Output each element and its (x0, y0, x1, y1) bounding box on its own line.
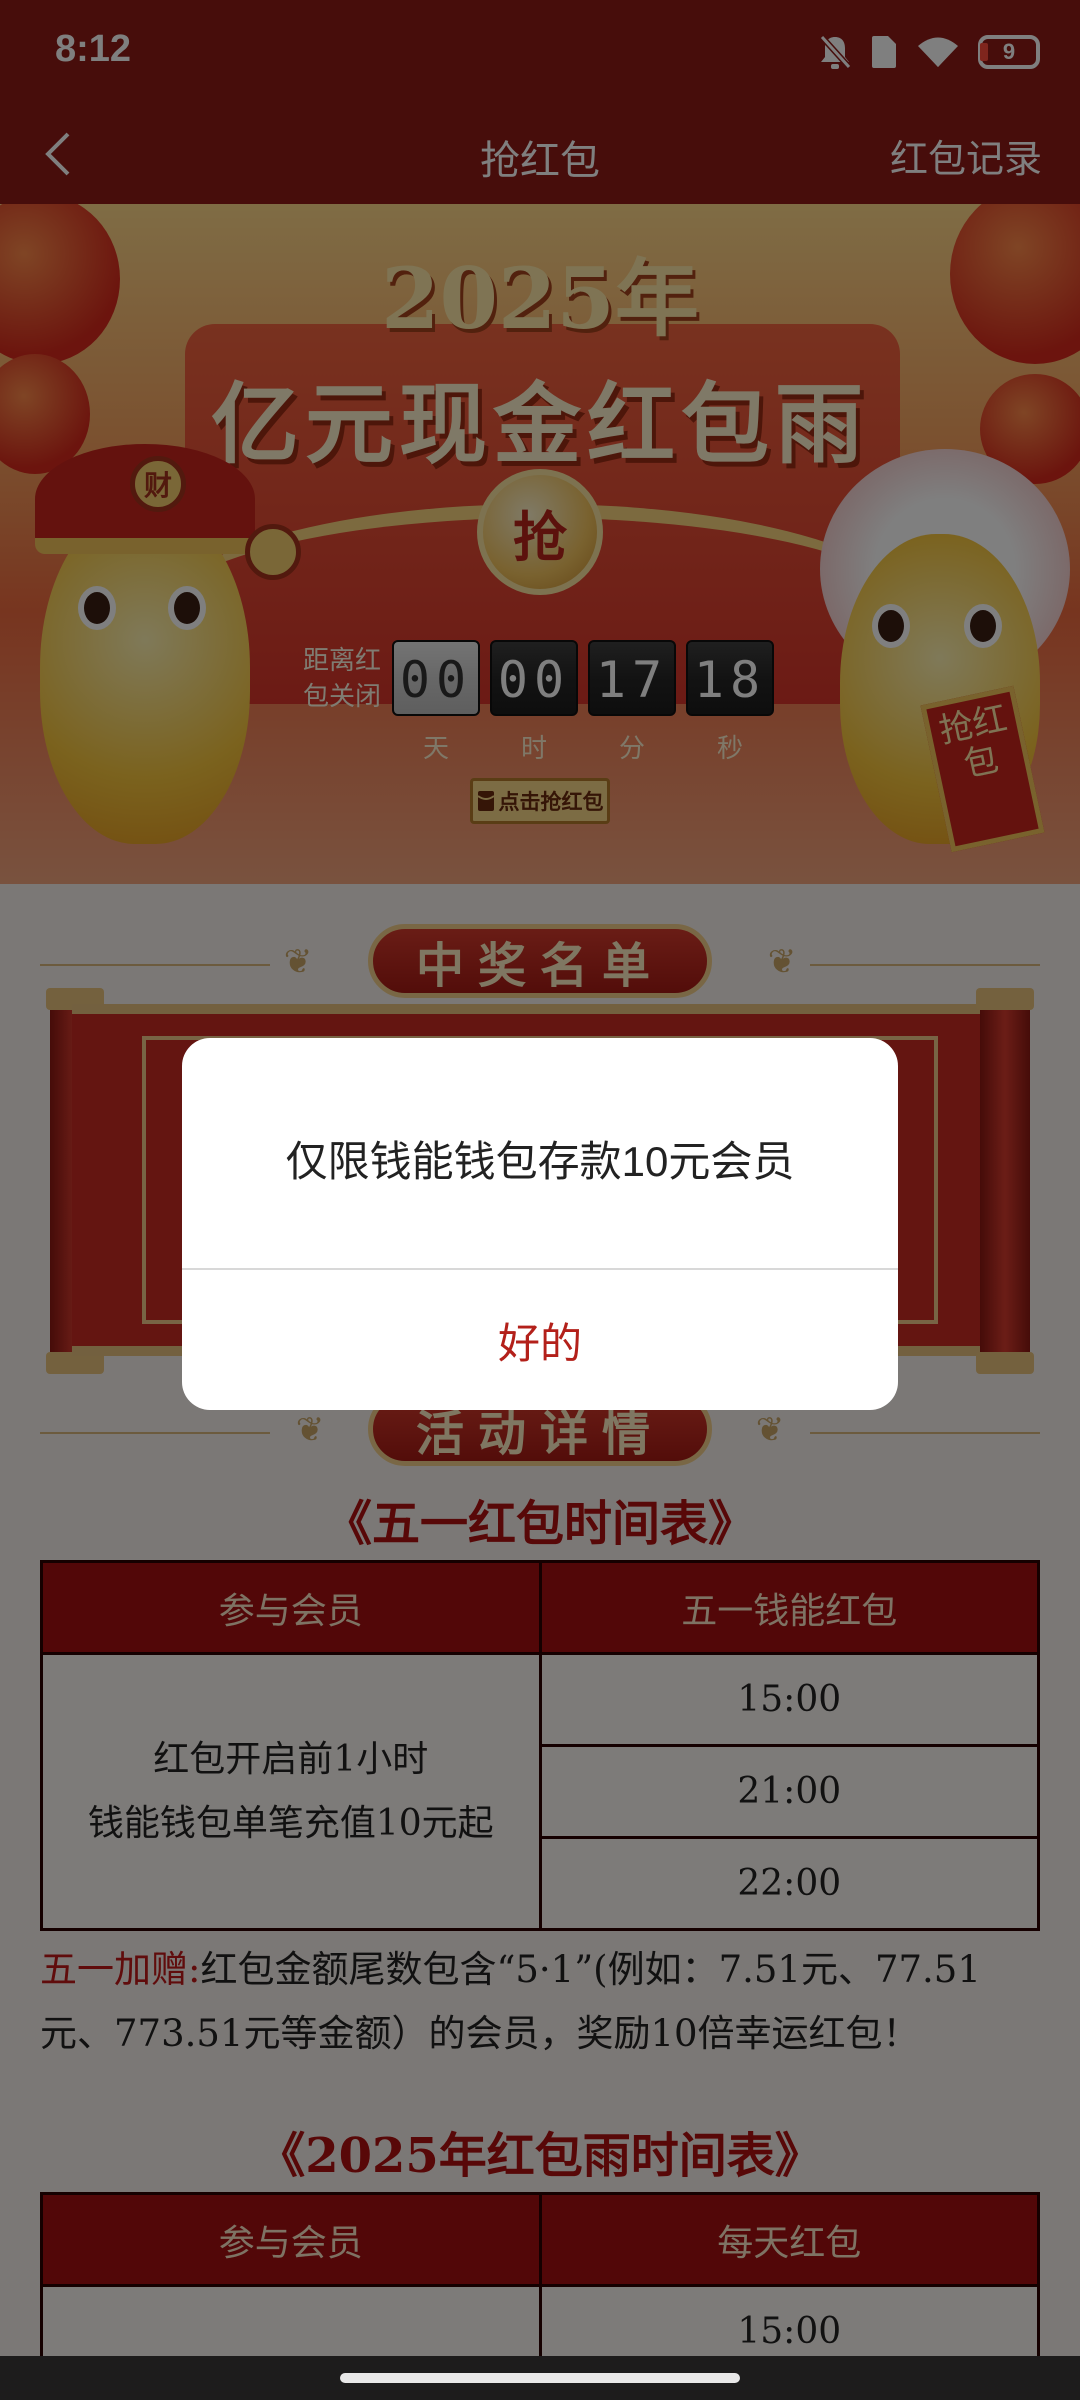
home-indicator[interactable] (340, 2373, 740, 2383)
dialog-message: 仅限钱能钱包存款10元会员 (285, 1138, 795, 1185)
dialog-ok-button[interactable]: 好的 (182, 1270, 898, 1410)
alert-dialog: 仅限钱能钱包存款10元会员 好的 (182, 1038, 898, 1410)
